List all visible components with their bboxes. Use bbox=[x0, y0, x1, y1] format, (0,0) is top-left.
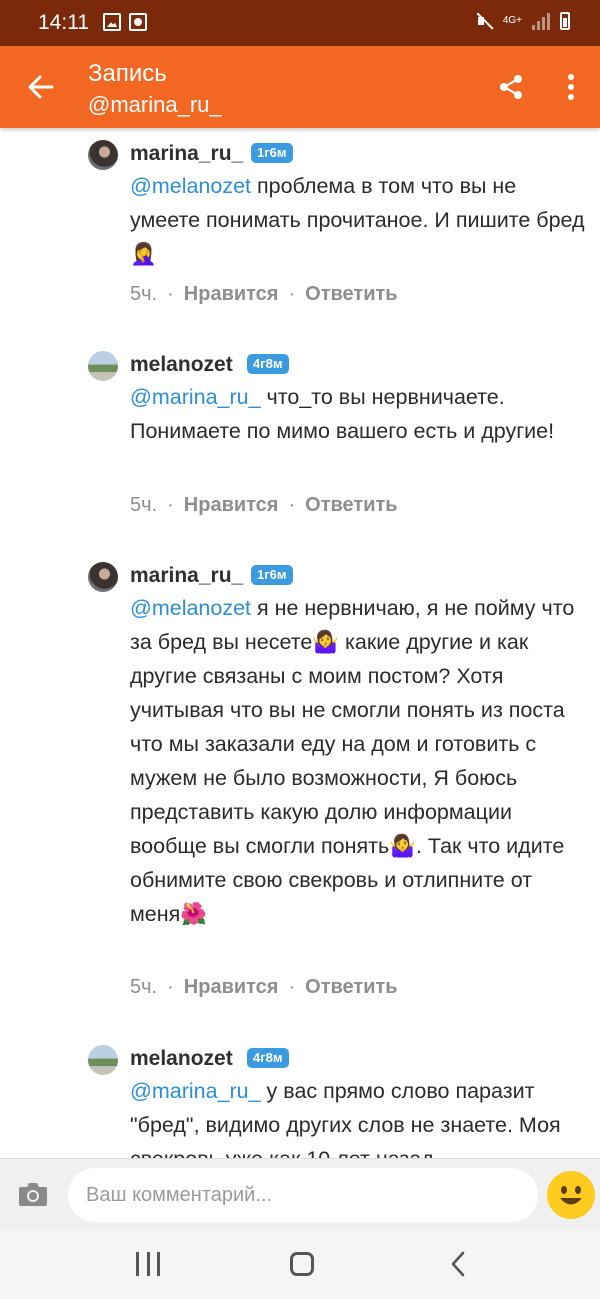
mention-link[interactable]: @marina_ru_ bbox=[130, 1079, 261, 1103]
nav-back-icon[interactable] bbox=[448, 1250, 468, 1278]
like-button[interactable]: Нравится bbox=[184, 976, 279, 998]
comment-author[interactable]: melanozet bbox=[130, 353, 233, 377]
tenure-badge: 4г8м bbox=[247, 354, 289, 374]
back-arrow-icon[interactable] bbox=[26, 72, 56, 102]
like-button[interactable]: Нравится bbox=[184, 494, 279, 516]
camera-icon[interactable] bbox=[18, 1181, 48, 1207]
tenure-badge: 1г6м bbox=[251, 143, 293, 163]
comment-text: @melanozet я не нервничаю, я не пойму чт… bbox=[130, 591, 575, 931]
comment-author[interactable]: marina_ru_ bbox=[130, 142, 243, 166]
status-bar: 14:11 4G+ bbox=[0, 0, 600, 46]
mention-link[interactable]: @marina_ru_ bbox=[130, 385, 261, 409]
signal-icon bbox=[532, 12, 550, 30]
mention-link[interactable]: @melanozet bbox=[130, 596, 251, 620]
reply-button[interactable]: Ответить bbox=[305, 283, 397, 305]
share-icon[interactable] bbox=[498, 74, 524, 100]
comment-input[interactable] bbox=[68, 1168, 538, 1222]
screen-record-icon bbox=[129, 13, 147, 31]
comment-author[interactable]: marina_ru_ bbox=[130, 564, 243, 588]
like-button[interactable]: Нравится bbox=[184, 283, 279, 305]
comment-text: @marina_ru_ у вас прямо слово паразит "б… bbox=[130, 1074, 585, 1158]
comment-time: 5ч. bbox=[130, 494, 158, 516]
mention-link[interactable]: @melanozet bbox=[130, 174, 251, 198]
reply-button[interactable]: Ответить bbox=[305, 494, 397, 516]
comment-body: я не нервничаю, я не пойму что за бред в… bbox=[130, 596, 575, 926]
comment-time: 5ч. bbox=[130, 976, 158, 998]
gallery-notification-icon bbox=[103, 13, 121, 31]
comment-feed[interactable]: marina_ru_ 1г6м @melanozet проблема в то… bbox=[0, 128, 600, 1158]
comment-author[interactable]: melanozet bbox=[130, 1047, 233, 1071]
mute-icon bbox=[475, 12, 493, 30]
comment-time: 5ч. bbox=[130, 283, 158, 305]
avatar[interactable] bbox=[88, 140, 118, 170]
app-bar: Запись @marina_ru_ bbox=[0, 46, 600, 128]
avatar[interactable] bbox=[88, 1045, 118, 1075]
battery-icon bbox=[560, 12, 570, 30]
tenure-badge: 1г6м bbox=[251, 565, 293, 585]
page-subtitle: @marina_ru_ bbox=[88, 92, 222, 117]
more-vert-icon[interactable] bbox=[560, 72, 582, 102]
reply-button[interactable]: Ответить bbox=[305, 976, 397, 998]
avatar[interactable] bbox=[88, 351, 118, 381]
comment-meta: 5ч. · Нравится · Ответить bbox=[130, 283, 398, 305]
comment-meta: 5ч. · Нравится · Ответить bbox=[130, 976, 398, 998]
page-title: Запись bbox=[88, 60, 167, 87]
emoji-icon[interactable] bbox=[547, 1171, 595, 1219]
network-type: 4G+ bbox=[502, 15, 522, 26]
comment-meta: 5ч. · Нравится · Ответить bbox=[130, 494, 398, 516]
system-nav-bar bbox=[0, 1230, 600, 1299]
comment-text: @melanozet проблема в том что вы не умее… bbox=[130, 169, 585, 271]
home-icon[interactable] bbox=[290, 1252, 314, 1276]
recent-apps-icon[interactable] bbox=[136, 1252, 160, 1276]
avatar[interactable] bbox=[88, 562, 118, 592]
tenure-badge: 4г8м bbox=[247, 1048, 289, 1068]
comment-text: @marina_ru_ что_то вы нервничаете. Поним… bbox=[130, 380, 585, 448]
status-time: 14:11 bbox=[38, 11, 89, 34]
comment-input-bar bbox=[0, 1158, 600, 1230]
